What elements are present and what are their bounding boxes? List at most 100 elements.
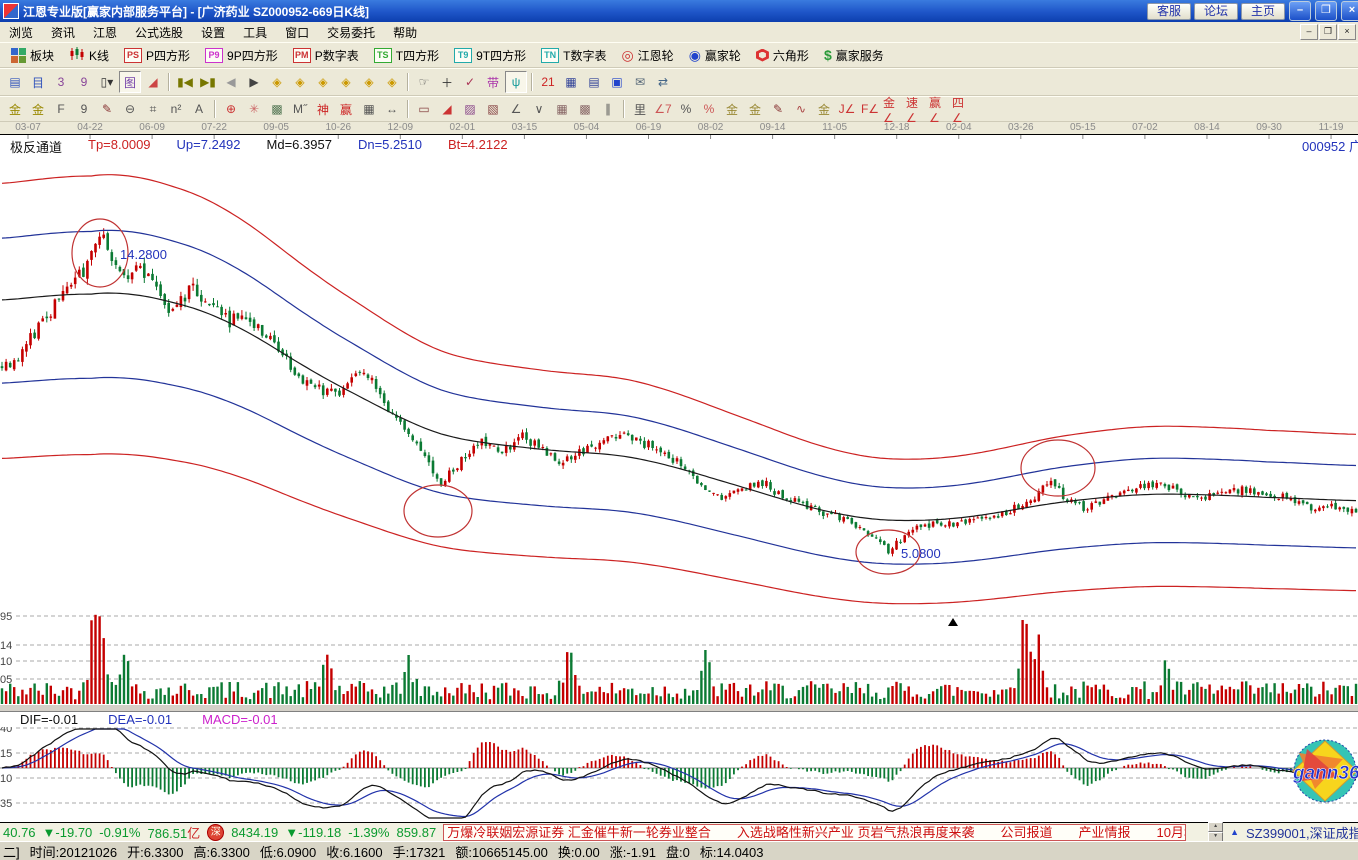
v-line-icon[interactable]: ∨: [528, 98, 550, 120]
toolbar-button-T数字表[interactable]: TNT数字表: [534, 44, 613, 67]
star-grid-icon[interactable]: ✳: [243, 98, 265, 120]
box-grid-icon[interactable]: ▧: [482, 98, 504, 120]
spinner-up-button[interactable]: ▲: [1208, 822, 1223, 832]
hand-icon[interactable]: ☞: [413, 71, 435, 93]
cycle-9-icon[interactable]: 9: [73, 98, 95, 120]
box-fan-icon[interactable]: ▨: [459, 98, 481, 120]
toolbar-button-9P四方形[interactable]: P99P四方形: [198, 44, 285, 67]
kline-mode-icon[interactable]: 图: [119, 71, 141, 93]
gann-band-icon[interactable]: 带: [482, 71, 504, 93]
measure-icon[interactable]: ✓: [459, 71, 481, 93]
zoom-right-icon[interactable]: ◈: [289, 71, 311, 93]
calculator-icon[interactable]: ▦: [560, 71, 582, 93]
circle-cycle-icon[interactable]: ⊖: [119, 98, 141, 120]
ying-angle-icon[interactable]: 赢∠: [928, 98, 950, 120]
zoom-left-icon[interactable]: ◈: [266, 71, 288, 93]
next-bar-icon[interactable]: ▶: [243, 71, 265, 93]
angle-line-icon[interactable]: ∠: [505, 98, 527, 120]
forum-button[interactable]: 论坛: [1194, 3, 1238, 20]
pen-2-icon[interactable]: ✎: [767, 98, 789, 120]
grid-lines-icon[interactable]: ⌗: [142, 98, 164, 120]
chart-9-icon[interactable]: 9: [73, 71, 95, 93]
wave-a-icon[interactable]: ∿: [790, 98, 812, 120]
toolbar-button-T四方形[interactable]: TST四方形: [367, 44, 446, 67]
box-tool-icon[interactable]: ▭: [413, 98, 435, 120]
menu-item-5[interactable]: 工具: [234, 22, 276, 43]
index-shortcut[interactable]: SZ399001,深证成指: [1246, 823, 1358, 842]
gold-line-icon[interactable]: 金: [744, 98, 766, 120]
zoom-all-icon[interactable]: ◈: [381, 71, 403, 93]
smart-brain-icon[interactable]: ψ: [505, 71, 527, 93]
grid-dark-icon[interactable]: ▩: [574, 98, 596, 120]
slash-lines-icon[interactable]: ∥: [597, 98, 619, 120]
toolbar-button-赢家轮[interactable]: ◉赢家轮: [682, 44, 748, 67]
report-doc-icon[interactable]: ▤: [4, 71, 26, 93]
menu-item-1[interactable]: 资讯: [42, 22, 84, 43]
toolbar-button-K线[interactable]: K线: [62, 44, 116, 67]
menu-item-2[interactable]: 江恩: [84, 22, 126, 43]
customer-service-button[interactable]: 客服: [1147, 3, 1191, 20]
f10-doc-icon[interactable]: 目: [27, 71, 49, 93]
draw-pen-icon[interactable]: ✎: [96, 98, 118, 120]
homepage-button[interactable]: 主页: [1241, 3, 1285, 20]
last-bar-icon[interactable]: ▶▮: [197, 71, 219, 93]
fan-lines-icon[interactable]: ◢: [436, 98, 458, 120]
web-grid-icon[interactable]: ▩: [266, 98, 288, 120]
toolbar-button-江恩轮[interactable]: ◎江恩轮: [614, 44, 680, 67]
grid-123-icon[interactable]: ▦: [358, 98, 380, 120]
first-bar-icon[interactable]: ▮◀: [174, 71, 196, 93]
si-angle-icon[interactable]: 四∠: [951, 98, 973, 120]
stat-table-icon[interactable]: 里: [629, 98, 651, 120]
restore-button[interactable]: ❐: [1315, 1, 1337, 21]
pane-separator[interactable]: [0, 704, 1358, 712]
gann-target-icon[interactable]: ⊕: [220, 98, 242, 120]
toolbar-button-P四方形[interactable]: PSP四方形: [117, 44, 197, 67]
menu-item-6[interactable]: 窗口: [276, 22, 318, 43]
toolbar-button-板块[interactable]: 板块: [4, 44, 61, 67]
gold-grid-1-icon[interactable]: 金: [4, 98, 26, 120]
toolbar-button-赢家服务[interactable]: $赢家服务: [817, 44, 891, 67]
notes-icon[interactable]: ▤: [583, 71, 605, 93]
grid-red-icon[interactable]: ▦: [551, 98, 573, 120]
save-icon[interactable]: ▣: [606, 71, 628, 93]
su-angle-icon[interactable]: 速∠: [905, 98, 927, 120]
gold-circle-icon[interactable]: 金: [721, 98, 743, 120]
volume-pane[interactable]: 95141005: [0, 612, 1358, 704]
minimize-button[interactable]: –: [1289, 1, 1311, 21]
kline-chart-canvas[interactable]: 14.28005.0800: [0, 135, 1358, 612]
macd-pane[interactable]: 40151035: [0, 727, 1358, 822]
color-chart-icon[interactable]: ◢: [142, 71, 164, 93]
percent-line-icon[interactable]: %: [698, 98, 720, 120]
mdi-close-button[interactable]: ×: [1338, 24, 1356, 40]
angle-a-icon[interactable]: A: [188, 98, 210, 120]
shen-tool-icon[interactable]: 神: [312, 98, 334, 120]
zoom-v-icon[interactable]: ◈: [335, 71, 357, 93]
gold-grid-2-icon[interactable]: 金: [27, 98, 49, 120]
f-angle-icon[interactable]: F∠: [859, 98, 881, 120]
mdi-restore-button[interactable]: ❐: [1319, 24, 1337, 40]
width-span-icon[interactable]: ↔: [381, 98, 403, 120]
prev-bar-icon[interactable]: ◀: [220, 71, 242, 93]
zoom-out-icon[interactable]: ◈: [358, 71, 380, 93]
m-wave-icon[interactable]: M˝: [289, 98, 311, 120]
calendar-icon[interactable]: 21: [537, 71, 559, 93]
n2-icon[interactable]: n²: [165, 98, 187, 120]
ying-tool-icon[interactable]: 赢: [335, 98, 357, 120]
toolbar-button-P数字表[interactable]: PMP数字表: [286, 44, 366, 67]
gold-angle-icon[interactable]: 金: [813, 98, 835, 120]
menu-item-8[interactable]: 帮助: [384, 22, 426, 43]
j-angle-icon[interactable]: J∠: [836, 98, 858, 120]
menu-item-3[interactable]: 公式选股: [126, 22, 192, 43]
menu-item-7[interactable]: 交易委托: [318, 22, 384, 43]
remote-link-icon[interactable]: ⇄: [652, 71, 674, 93]
gold-angle-2-icon[interactable]: 金∠: [882, 98, 904, 120]
percent-angle-icon[interactable]: ∠7: [652, 98, 674, 120]
chart-3-icon[interactable]: 3: [50, 71, 72, 93]
toolbar-button-六角形[interactable]: 六角形: [749, 44, 816, 67]
mdi-minimize-button[interactable]: –: [1300, 24, 1318, 40]
menu-item-4[interactable]: 设置: [192, 22, 234, 43]
candle-style-icon[interactable]: ▯▾: [96, 71, 118, 93]
mail-globe-icon[interactable]: ✉: [629, 71, 651, 93]
fib-f-icon[interactable]: F: [50, 98, 72, 120]
zoom-h-icon[interactable]: ◈: [312, 71, 334, 93]
